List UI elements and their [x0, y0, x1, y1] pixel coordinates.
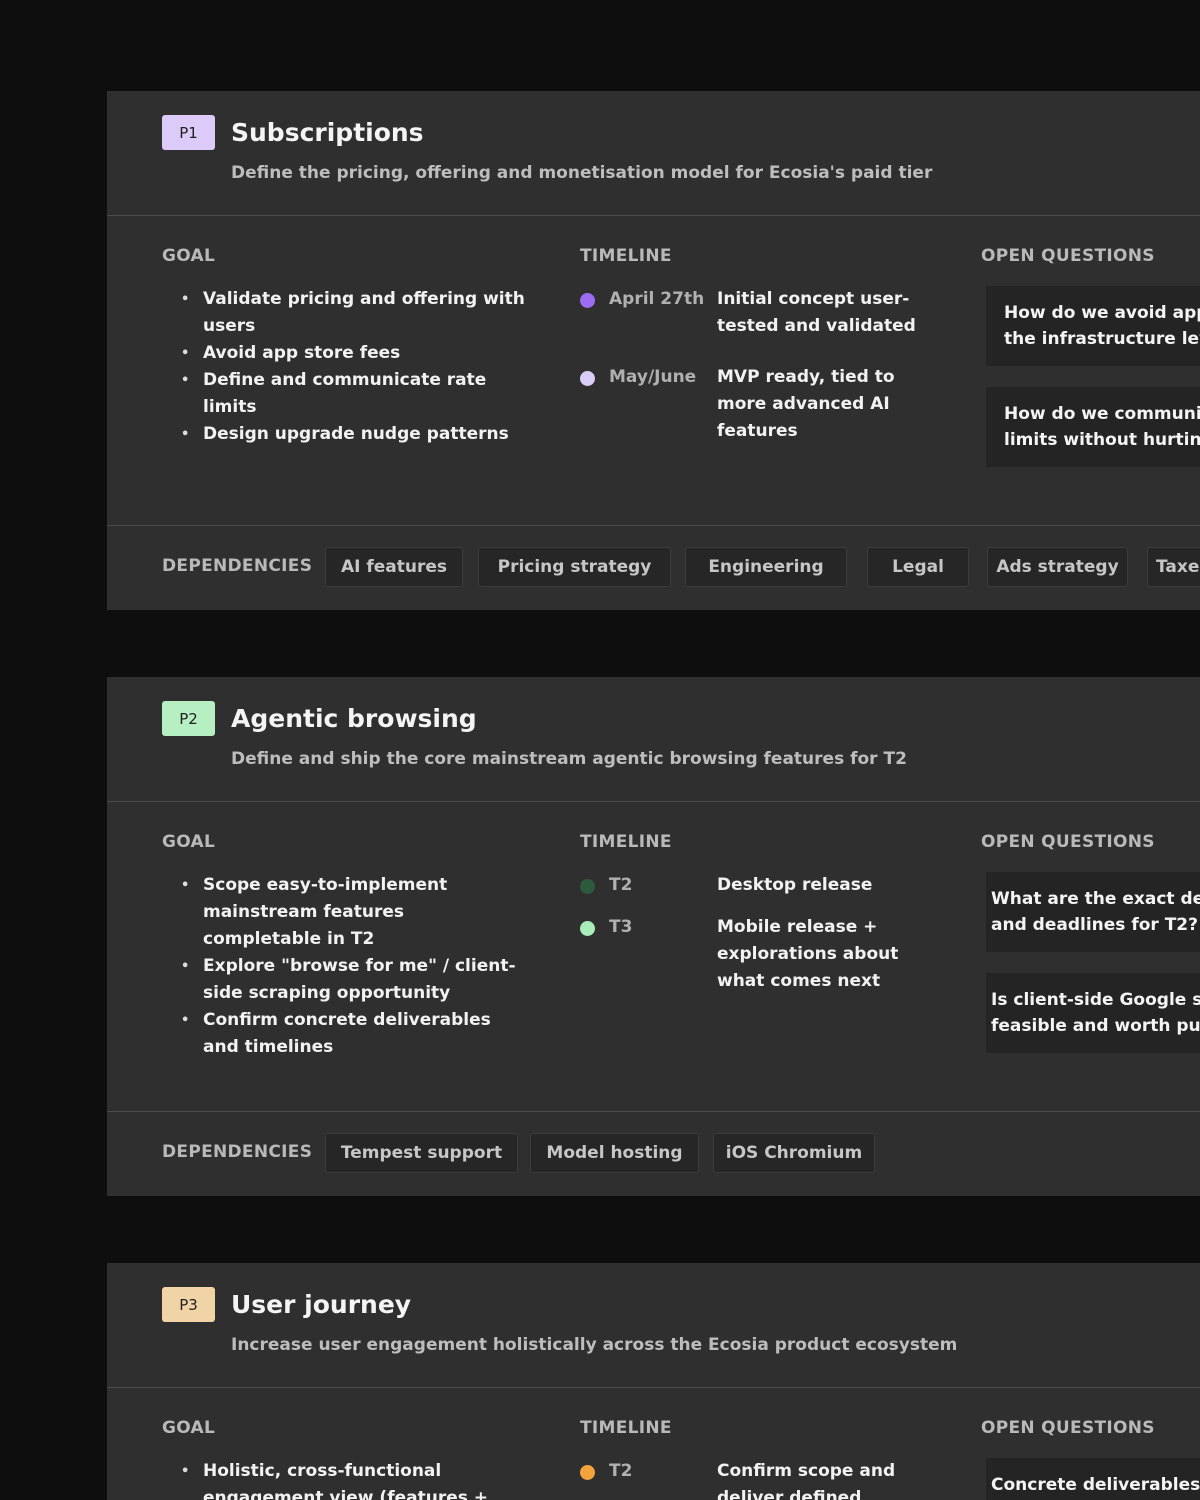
priority-badge: P2 [162, 701, 215, 736]
project-card-p2: P2 Agentic browsing Define and ship the … [107, 677, 1200, 1196]
goal-item: Validate pricing and offering with users [177, 286, 537, 340]
goal-item: Explore "browse for me" / client-side sc… [177, 953, 522, 1007]
card-subtitle: Define and ship the core mainstream agen… [231, 749, 907, 769]
dependencies-row: DEPENDENCIES Tempest support Model hosti… [107, 1112, 1200, 1196]
timeline-date: T2 [609, 1461, 633, 1481]
timeline-label: TIMELINE [580, 246, 672, 266]
timeline-text: Confirm scope and deliver defined [717, 1461, 896, 1500]
status-dot [580, 371, 595, 386]
timeline-label: TIMELINE [580, 1418, 672, 1438]
open-question[interactable]: Concrete deliverables [986, 1458, 1200, 1500]
dependencies-row: DEPENDENCIES AI features Pricing strateg… [107, 526, 1200, 610]
project-card-p3: P3 User journey Increase user engagement… [107, 1263, 1200, 1500]
question-line: How do we avoid app [1004, 303, 1200, 323]
goal-list: Scope easy-to-implement mainstream featu… [177, 872, 522, 1061]
goal-line: Holistic, cross-functional [203, 1461, 442, 1481]
open-question[interactable]: How do we avoid app the infrastructure l… [986, 286, 1200, 366]
card-header: P2 Agentic browsing Define and ship the … [107, 677, 1200, 802]
question-line: and deadlines for T2? [991, 915, 1198, 935]
goal-label: GOAL [162, 246, 216, 266]
open-question[interactable]: Is client-side Google sc feasible and wo… [986, 973, 1200, 1053]
goal-item: Design upgrade nudge patterns [177, 421, 537, 448]
timeline-date: April 27th [609, 289, 705, 309]
dependency-chip[interactable]: Engineering [685, 547, 847, 587]
dependencies-label: DEPENDENCIES [162, 556, 313, 576]
open-questions-label: OPEN QUESTIONS [981, 1418, 1155, 1438]
goal-item: Define and communicate rate limits [177, 367, 537, 421]
timeline-text: Desktop release [717, 875, 873, 895]
dependency-chip[interactable]: AI features [325, 547, 463, 587]
dependency-chip[interactable]: Taxe [1147, 547, 1200, 587]
dependency-chip[interactable]: Ads strategy [987, 547, 1128, 587]
status-dot [580, 293, 595, 308]
card-title: User journey [231, 1290, 412, 1319]
goal-item: Holistic, cross-functional engagement vi… [177, 1458, 537, 1500]
timeline-text: Initial concept user-tested and validate… [717, 289, 916, 336]
question-line: How do we communi [1004, 404, 1200, 424]
timeline-label: TIMELINE [580, 832, 672, 852]
status-dot [580, 879, 595, 894]
question-line: limits without hurtin [1004, 430, 1200, 450]
timeline-text: Mobile release + explorations about what… [717, 917, 899, 991]
open-questions-label: OPEN QUESTIONS [981, 832, 1155, 852]
dependencies-label: DEPENDENCIES [162, 1142, 313, 1162]
question-line: Concrete deliverables [991, 1475, 1200, 1495]
open-questions-label: OPEN QUESTIONS [981, 246, 1155, 266]
timeline-date: T3 [609, 917, 633, 937]
question-line: Is client-side Google sc [991, 990, 1200, 1010]
timeline-text: MVP ready, tied to more advanced AI feat… [717, 367, 895, 441]
goal-list: Validate pricing and offering with users… [177, 286, 537, 448]
card-body: GOAL Holistic, cross-functional engageme… [107, 1388, 1200, 1500]
status-dot [580, 1465, 595, 1480]
timeline-date: T2 [609, 875, 633, 895]
card-header: P1 Subscriptions Define the pricing, off… [107, 91, 1200, 216]
open-question[interactable]: What are the exact del and deadlines for… [986, 872, 1200, 952]
card-body: GOAL Validate pricing and offering with … [107, 216, 1200, 526]
priority-badge: P3 [162, 1287, 215, 1322]
dependency-chip[interactable]: iOS Chromium [713, 1133, 875, 1173]
goal-label: GOAL [162, 1418, 216, 1438]
timeline-date: May/June [609, 367, 697, 387]
card-subtitle: Increase user engagement holistically ac… [231, 1335, 958, 1355]
dependency-chip[interactable]: Pricing strategy [478, 547, 671, 587]
dependency-chip[interactable]: Tempest support [325, 1133, 518, 1173]
dependency-chip[interactable]: Model hosting [530, 1133, 699, 1173]
priority-badge: P1 [162, 115, 215, 150]
goal-line: engagement view (features + [203, 1488, 489, 1500]
project-card-p1: P1 Subscriptions Define the pricing, off… [107, 91, 1200, 610]
goal-list: Holistic, cross-functional engagement vi… [177, 1458, 537, 1500]
card-subtitle: Define the pricing, offering and monetis… [231, 163, 933, 183]
goal-item: Confirm concrete deliverables and timeli… [177, 1007, 522, 1061]
question-line: feasible and worth pur [991, 1016, 1200, 1036]
card-header: P3 User journey Increase user engagement… [107, 1263, 1200, 1388]
card-title: Agentic browsing [231, 704, 477, 733]
card-title: Subscriptions [231, 118, 424, 147]
goal-label: GOAL [162, 832, 216, 852]
dependency-chip[interactable]: Legal [867, 547, 969, 587]
goal-item: Scope easy-to-implement mainstream featu… [177, 872, 522, 953]
question-line: the infrastructure lev [1004, 329, 1200, 349]
card-body: GOAL Scope easy-to-implement mainstream … [107, 802, 1200, 1112]
open-question[interactable]: How do we communi limits without hurtin [986, 387, 1200, 467]
goal-item: Avoid app store fees [177, 340, 537, 367]
question-line: What are the exact del [991, 889, 1200, 909]
status-dot [580, 921, 595, 936]
